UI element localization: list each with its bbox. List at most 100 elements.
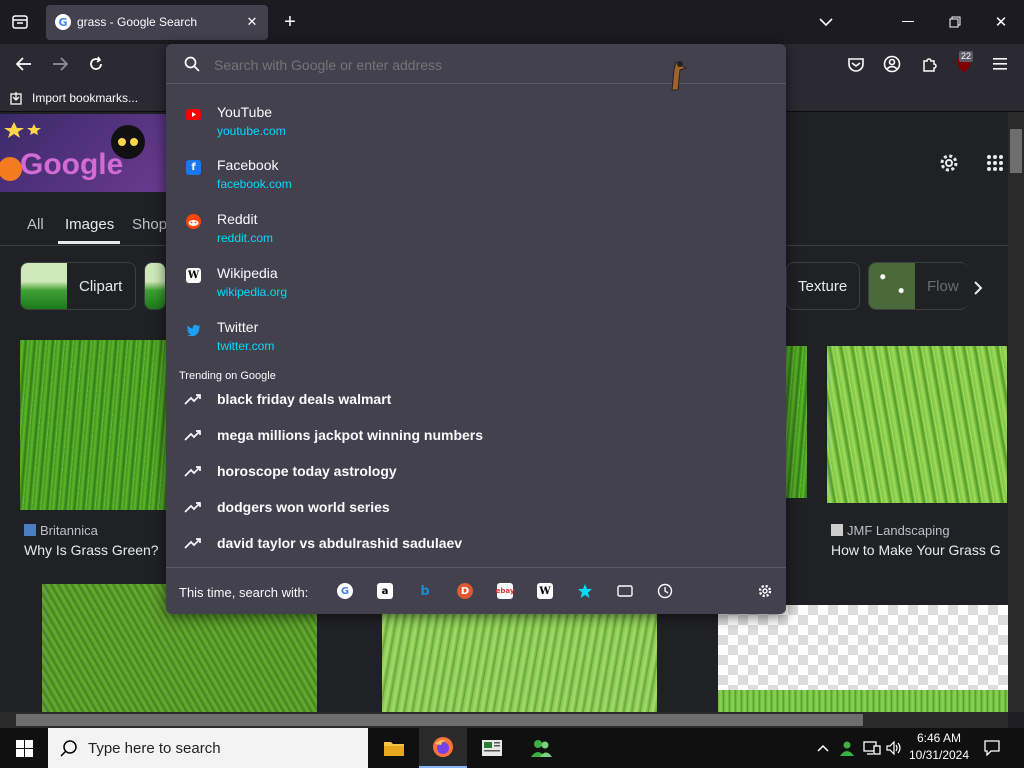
search-with-label: This time, search with:	[179, 585, 309, 600]
file-explorer-icon[interactable]	[370, 728, 418, 768]
tabs-engine-icon[interactable]	[617, 583, 633, 599]
result-source-britannica: Britannica	[40, 523, 98, 538]
people-app-icon[interactable]	[517, 728, 565, 768]
trending-text: dodgers won world series	[217, 499, 390, 515]
ebay-engine-icon[interactable]: ebay	[496, 583, 514, 599]
history-clock-icon[interactable]	[657, 583, 673, 599]
settings-gear-icon[interactable]	[936, 150, 962, 176]
firefox-view-icon[interactable]	[8, 10, 32, 34]
popup-divider	[166, 567, 786, 568]
import-bookmarks-label: Import bookmarks...	[32, 91, 139, 105]
windows-taskbar: Type here to search 6:46 AM 10/31/2024	[0, 728, 1024, 768]
tray-overflow-icon[interactable]	[814, 736, 832, 760]
google-doodle[interactable]: Google	[0, 114, 166, 192]
app-menu-icon[interactable]	[988, 52, 1012, 76]
chip-clipart[interactable]: Clipart	[20, 262, 136, 310]
trending-item[interactable]: horoscope today astrology	[166, 454, 786, 490]
horizontal-scrollbar-thumb[interactable]	[16, 714, 863, 726]
suggestion-url: facebook.com	[217, 177, 292, 191]
horizontal-scrollbar[interactable]	[0, 712, 1008, 728]
firefox-taskbar-icon[interactable]	[419, 728, 467, 768]
volume-icon[interactable]	[884, 736, 904, 760]
tab-grass-search[interactable]: G grass - Google Search ✕	[46, 5, 268, 40]
chip-texture-label: Texture	[798, 277, 848, 295]
trending-item[interactable]: black friday deals walmart	[166, 382, 786, 418]
back-icon[interactable]	[12, 52, 36, 76]
tab-shopping[interactable]: Shop	[132, 216, 167, 233]
suggestion-wikipedia[interactable]: W Wikipedia wikipedia.org	[166, 258, 786, 310]
list-tabs-icon[interactable]	[814, 10, 838, 34]
windows-start-icon[interactable]	[0, 728, 48, 768]
urlbar-input[interactable]	[214, 54, 714, 76]
google-apps-icon[interactable]	[982, 150, 1008, 176]
news-app-icon[interactable]	[468, 728, 516, 768]
urlbar-input-row[interactable]	[166, 44, 786, 91]
twitter-icon	[186, 322, 201, 337]
trending-item[interactable]: david taylor vs abdulrashid sadulaev	[166, 526, 786, 562]
chip-flowers[interactable]: Flow	[868, 262, 968, 310]
wikipedia-engine-icon[interactable]: W	[537, 583, 553, 599]
tab-images[interactable]: Images	[65, 216, 114, 233]
amazon-engine-icon[interactable]: a	[377, 583, 393, 599]
vertical-scrollbar-thumb[interactable]	[1010, 129, 1022, 173]
notifications-icon[interactable]	[980, 736, 1004, 760]
taskbar-clock[interactable]: 6:46 AM 10/31/2024	[906, 731, 972, 762]
close-tab-icon[interactable]: ✕	[242, 12, 262, 32]
suggestion-name: Twitter	[217, 319, 259, 335]
new-tab-button[interactable]: +	[278, 10, 302, 34]
result-image-partial[interactable]	[786, 346, 807, 498]
forward-icon[interactable]	[48, 52, 72, 76]
vertical-scrollbar[interactable]	[1008, 112, 1024, 712]
trending-text: horoscope today astrology	[217, 463, 397, 479]
tab-images-underline	[58, 241, 120, 244]
people-tray-icon[interactable]	[837, 736, 857, 760]
bing-engine-icon[interactable]: b	[417, 583, 433, 599]
trending-item[interactable]: mega millions jackpot winning numbers	[166, 418, 786, 454]
result-image-transparent[interactable]	[718, 605, 1008, 712]
chips-next-icon[interactable]	[966, 276, 990, 300]
suggestion-reddit[interactable]: Reddit reddit.com	[166, 204, 786, 256]
jmf-favicon-icon	[831, 524, 843, 536]
result-title-jmf[interactable]: How to Make Your Grass G	[831, 542, 1008, 558]
trending-icon	[184, 538, 201, 549]
close-window-icon[interactable]: ✕	[989, 10, 1013, 34]
taskbar-search-box[interactable]: Type here to search	[48, 728, 368, 768]
google-engine-icon[interactable]: G	[337, 583, 353, 599]
bookmarks-star-icon[interactable]	[577, 583, 593, 599]
chip-texture[interactable]: Texture	[786, 262, 860, 310]
account-icon[interactable]	[880, 52, 904, 76]
urlbar-popup: YouTube youtube.com f Facebook facebook.…	[166, 44, 786, 614]
suggestion-youtube[interactable]: YouTube youtube.com	[166, 97, 786, 149]
trending-item[interactable]: dodgers won world series	[166, 490, 786, 526]
tab-all[interactable]: All	[27, 216, 44, 233]
suggestion-url: youtube.com	[217, 124, 286, 138]
suggestion-name: Reddit	[217, 211, 258, 227]
network-icon[interactable]	[861, 736, 883, 760]
tab-bar: G grass - Google Search ✕ + ✕	[0, 0, 1024, 44]
taskbar-search-placeholder: Type here to search	[88, 739, 221, 757]
extensions-icon[interactable]	[917, 52, 941, 76]
facebook-icon: f	[186, 160, 201, 175]
minimize-icon[interactable]	[896, 10, 920, 34]
clock-time: 6:46 AM	[916, 731, 962, 745]
search-settings-gear-icon[interactable]	[757, 583, 773, 599]
suggestion-facebook[interactable]: f Facebook facebook.com	[166, 150, 786, 202]
result-title-britannica[interactable]: Why Is Grass Green?	[24, 542, 166, 558]
result-image-tall-grass[interactable]	[382, 612, 657, 712]
trending-text: black friday deals walmart	[217, 391, 392, 407]
suggestion-twitter[interactable]: Twitter twitter.com	[166, 312, 786, 364]
trending-text: david taylor vs abdulrashid sadulaev	[217, 535, 463, 551]
trending-icon	[184, 430, 201, 441]
cursor-icon	[666, 58, 688, 91]
duckduckgo-engine-icon[interactable]: D	[457, 583, 473, 599]
result-image-jmf[interactable]	[827, 346, 1007, 503]
restore-icon[interactable]	[943, 10, 967, 34]
pocket-icon[interactable]	[844, 52, 868, 76]
import-bookmarks-button[interactable]: Import bookmarks...	[10, 91, 138, 105]
result-image-britannica[interactable]	[20, 340, 166, 510]
trending-icon	[184, 466, 201, 477]
youtube-icon	[186, 107, 201, 122]
chip-partial[interactable]	[144, 262, 166, 310]
reload-icon[interactable]	[84, 52, 108, 76]
britannica-favicon-icon	[24, 524, 36, 536]
